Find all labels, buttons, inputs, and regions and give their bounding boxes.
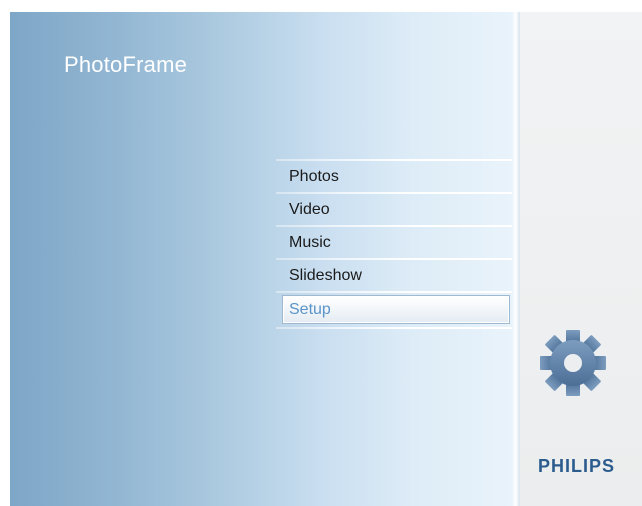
menu-item-photos[interactable]: Photos bbox=[276, 161, 512, 192]
gear-icon bbox=[538, 328, 608, 398]
menu-item-video[interactable]: Video bbox=[276, 194, 512, 225]
app-title: PhotoFrame bbox=[64, 52, 188, 77]
menu-item-setup[interactable]: Setup bbox=[282, 295, 510, 324]
philips-logo: PHILIPS bbox=[538, 456, 616, 476]
menu-divider bbox=[276, 327, 512, 329]
menu-item-music[interactable]: Music bbox=[276, 227, 512, 258]
panel-divider bbox=[512, 12, 520, 506]
side-panel bbox=[520, 12, 642, 506]
photoframe-screen: PhotoFrame Photos Video Music Slideshow … bbox=[10, 12, 642, 506]
main-panel: PhotoFrame Photos Video Music Slideshow … bbox=[10, 12, 512, 506]
main-menu: Photos Video Music Slideshow Setup bbox=[276, 159, 512, 329]
menu-divider bbox=[276, 291, 512, 293]
menu-item-slideshow[interactable]: Slideshow bbox=[276, 260, 512, 291]
